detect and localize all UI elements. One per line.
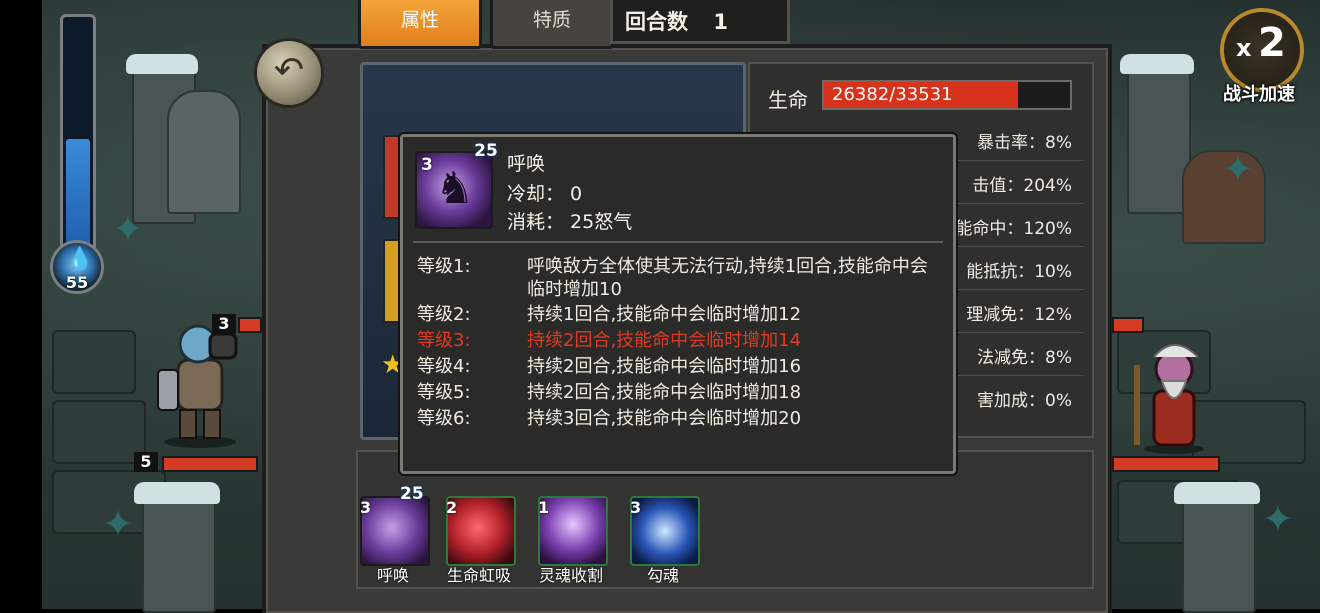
gravestone (167, 90, 241, 214)
stat-text: 理减免：12% (966, 305, 1072, 325)
demon-silhouette-icon: ♞ (435, 163, 475, 214)
stat-text: 法减免：8% (977, 348, 1072, 368)
hp-label: 生命 (768, 88, 808, 112)
round-label: 回合数 (625, 10, 688, 34)
tooltip-skill-name: 呼唤 (507, 153, 546, 175)
hp-value: 26382/33531 (832, 84, 953, 105)
skill-label: 勾魂 (646, 566, 679, 585)
level-name: 等级4: (417, 356, 471, 377)
stat-text: 暴击率：8% (977, 133, 1072, 153)
round-counter: 回合数 1 (610, 0, 790, 44)
speed-label: 战斗加速 (1223, 84, 1295, 105)
skill-label: 生命虹吸 (446, 566, 511, 585)
level-name: 等级3: (417, 330, 471, 351)
floor-tile (52, 330, 136, 394)
snow-cap (1174, 482, 1260, 504)
unit-hp-bar (238, 317, 262, 333)
level-desc: 持续2回合,技能命中会临时增加18 (527, 382, 802, 403)
plant-decoration: ✦ (1262, 497, 1294, 541)
back-button[interactable]: ↶ (254, 38, 324, 108)
level-name: 等级1: (417, 256, 471, 277)
unit-hp-bar (1112, 317, 1144, 333)
energy-gauge-fill (66, 139, 90, 246)
skill-level: 3 (630, 498, 642, 517)
tooltip-divider (413, 241, 943, 243)
skill-label: 灵魂收割 (538, 566, 603, 585)
skill-slot-life-drain[interactable]: 2 生命虹吸 (442, 496, 516, 586)
energy-gauge (60, 14, 96, 252)
speed-multiplier-value: 2 (1258, 20, 1286, 66)
snow-cap (134, 482, 220, 504)
stone-pillar (1182, 490, 1256, 613)
level-desc: 持续2回合,技能命中会临时增加14 (527, 330, 802, 351)
tab-attributes[interactable]: 属性 (358, 0, 482, 49)
skill-level-row: 等级1: 呼唤敌方全体使其无法行动,持续1回合,技能命中会临时增加10 (417, 255, 937, 301)
round-value: 1 (713, 10, 728, 34)
level-desc: 持续1回合,技能命中会临时增加12 (527, 304, 802, 325)
energy-value: 55 (65, 273, 89, 292)
level-desc: 持续3回合,技能命中会临时增加20 (527, 408, 802, 429)
tooltip-cost-badge: 25 (474, 141, 498, 161)
plant-decoration: ✦ (102, 502, 134, 546)
hp-bar: 26382/33531 (822, 80, 1072, 110)
skill-slot-summon[interactable]: 3 25 呼唤 (356, 484, 430, 586)
battle-speed-button[interactable]: x 2 战斗加速 (1212, 8, 1306, 105)
level-name: 等级5: (417, 382, 471, 403)
stat-text: 击值：204% (972, 176, 1072, 196)
level-desc: 持续2回合,技能命中会临时增加16 (527, 356, 802, 377)
tooltip-cost: 消耗： 25怒气 (507, 211, 633, 233)
unit-hp-bar (162, 456, 258, 472)
unit-level-badge: 3 (212, 314, 236, 334)
skill-level: 1 (538, 498, 550, 517)
stat-text: 能抵抗：10% (966, 262, 1072, 282)
stat-text: 能命中：120% (955, 219, 1072, 239)
skill-level: 3 (360, 498, 372, 517)
enemy-hero-sprite[interactable] (1128, 335, 1218, 455)
unit-hp-bar (1112, 456, 1220, 472)
skill-level: 2 (446, 498, 458, 517)
plant-decoration: ✦ (1222, 147, 1254, 191)
tooltip-skill-level: 3 (421, 155, 433, 175)
stat-text: 害加成：0% (977, 391, 1072, 411)
level-name: 等级6: (417, 408, 471, 429)
tooltip-cooldown: 冷却： 0 (507, 183, 583, 205)
energy-orb: 💧 55 (50, 240, 104, 294)
snow-cap (1120, 54, 1194, 74)
skill-slot-soul-reap[interactable]: 1 灵魂收割 (534, 496, 608, 586)
tab-traits[interactable]: 特质 (490, 0, 614, 49)
water-drop-icon: 💧 (66, 247, 94, 272)
skill-slot-soul-hook[interactable]: 3 勾魂 (626, 496, 700, 586)
skill-label: 呼唤 (376, 566, 409, 585)
back-arrow-icon: ↶ (273, 50, 305, 91)
skill-tooltip: ♞ 3 25 呼唤 冷却： 0 消耗： 25怒气 等级1: 呼唤敌方全体使其无法… (400, 134, 956, 474)
skill-cost-badge: 25 (400, 484, 424, 504)
level-name: 等级2: (417, 304, 471, 325)
snow-cap (126, 54, 198, 74)
unit-level-badge: 5 (134, 452, 158, 472)
plant-decoration: ✦ (112, 207, 144, 251)
level-desc: 呼唤敌方全体使其无法行动,持续1回合,技能命中会临时增加10 (527, 256, 928, 300)
floor-tile (52, 400, 146, 464)
stone-pillar (142, 490, 216, 613)
speed-multiplier-x: x (1236, 34, 1252, 62)
